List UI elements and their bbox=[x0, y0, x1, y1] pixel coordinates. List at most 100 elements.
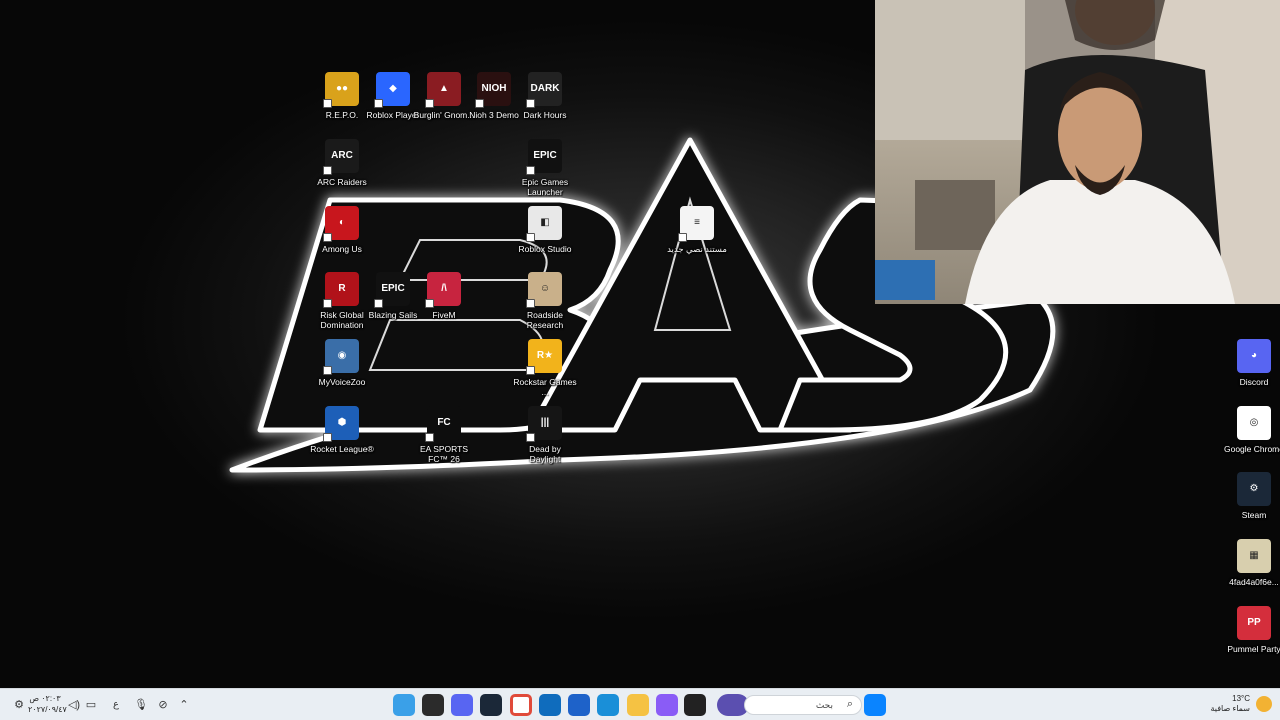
ea-fc-icon: FC bbox=[425, 406, 461, 442]
repo-icon: ●● bbox=[323, 72, 359, 108]
windows-start-icon[interactable] bbox=[864, 694, 886, 716]
shortcut-arrow-icon bbox=[526, 99, 535, 108]
weather-condition[interactable]: سماء صافية bbox=[1190, 704, 1250, 714]
desktop-icon[interactable]: ⚙ Steam bbox=[1222, 472, 1280, 538]
language-indicator[interactable]: ع bbox=[109, 697, 123, 711]
myvoicezoo-icon: ◉ bbox=[323, 339, 359, 375]
desktop-icon[interactable]: ◧ Roblox Studio bbox=[513, 206, 577, 272]
search-placeholder: بحث bbox=[815, 700, 833, 710]
steam-icon[interactable] bbox=[480, 694, 502, 716]
desktop-icon-label: Dark Hours bbox=[523, 110, 567, 120]
shortcut-arrow-icon bbox=[323, 299, 332, 308]
dark-hours-icon: DARK bbox=[526, 72, 562, 108]
network-offline-icon[interactable]: ⊘ bbox=[156, 697, 170, 711]
webcam-overlay bbox=[875, 0, 1280, 304]
shortcut-arrow-icon bbox=[526, 433, 535, 442]
discord-icon[interactable] bbox=[451, 694, 473, 716]
desktop-icon-label: EA SPORTS FC™ 26 bbox=[419, 444, 469, 464]
desktop[interactable]: ●● R.E.P.O. ◆ Roblox Player ▲ Burglin' Gnom..… bbox=[0, 0, 1280, 688]
roadside-research-icon: ☺ bbox=[526, 272, 562, 308]
epic-games-icon: EPIC bbox=[526, 139, 562, 175]
settings-tray-icon[interactable]: ⚙ bbox=[12, 697, 26, 711]
speaker-icon[interactable]: ◁) bbox=[67, 697, 81, 711]
weather-sun-icon[interactable] bbox=[1256, 696, 1272, 712]
mail-icon[interactable] bbox=[539, 694, 561, 716]
webcam-person-image bbox=[875, 0, 1280, 304]
desktop-icon-label: Epic Games Launcher bbox=[521, 177, 569, 197]
burglin-gnomes-icon: ▲ bbox=[425, 72, 461, 108]
steam-icon: ⚙ bbox=[1237, 472, 1271, 506]
folder-icon[interactable] bbox=[627, 694, 649, 716]
microphone-icon[interactable]: 🎙 bbox=[134, 697, 148, 711]
task-view-icon[interactable] bbox=[684, 694, 706, 716]
desktop-icon-label: Roblox Studio bbox=[518, 244, 572, 254]
chrome-icon: ◎ bbox=[1237, 406, 1271, 440]
rocket-league-icon: ⬢ bbox=[323, 406, 359, 442]
pummel-party-icon: PP bbox=[1237, 606, 1271, 640]
desktop-icon-label: مستند نصي جديد bbox=[667, 244, 727, 254]
edge-icon[interactable] bbox=[597, 694, 619, 716]
shortcut-arrow-icon bbox=[425, 299, 434, 308]
arc-raiders-icon: ARC bbox=[323, 139, 359, 175]
dead-by-daylight-icon: ||| bbox=[526, 406, 562, 442]
shortcut-arrow-icon bbox=[526, 366, 535, 375]
shortcut-arrow-icon bbox=[425, 99, 434, 108]
desktop-icon[interactable]: R★ Rockstar Games ... bbox=[513, 339, 577, 405]
notepad-icon[interactable] bbox=[393, 694, 415, 716]
desktop-icon[interactable]: ◎ Google Chrome bbox=[1222, 406, 1280, 472]
chevron-up-icon[interactable]: ⌃ bbox=[177, 697, 191, 711]
shortcut-arrow-icon bbox=[526, 166, 535, 175]
desktop-icon-label: Rocket League® bbox=[310, 444, 374, 454]
risk-icon: R bbox=[323, 272, 359, 308]
store-icon[interactable] bbox=[568, 694, 590, 716]
rockstar-icon: R★ bbox=[526, 339, 562, 375]
desktop-icon[interactable]: /\ FiveM bbox=[412, 272, 476, 338]
desktop-icon[interactable]: ≡ مستند نصي جديد bbox=[665, 206, 729, 272]
obs-icon[interactable] bbox=[422, 694, 444, 716]
desktop-icon[interactable]: ARC ARC Raiders bbox=[310, 139, 374, 205]
battery-icon[interactable]: ▭ bbox=[84, 697, 98, 711]
desktop-icon[interactable]: FC EA SPORTS FC™ 26 bbox=[412, 406, 476, 472]
discord-icon: ◕ bbox=[1237, 339, 1271, 373]
desktop-icon[interactable]: ||| Dead by Daylight bbox=[513, 406, 577, 472]
desktop-icon[interactable]: ▦ 4fad4a0f6e... bbox=[1222, 539, 1280, 605]
taskbar-search[interactable]: بحث ⌕ bbox=[744, 695, 862, 715]
shortcut-arrow-icon bbox=[323, 433, 332, 442]
desktop-icon-label: Discord bbox=[1239, 377, 1269, 387]
shortcut-arrow-icon bbox=[323, 166, 332, 175]
shortcut-arrow-icon bbox=[526, 233, 535, 242]
desktop-icon-label: ARC Raiders bbox=[317, 177, 367, 187]
desktop-icon[interactable]: DARK Dark Hours bbox=[513, 72, 577, 138]
clock-date[interactable]: ٢٠٢٧/٠٩/٤٧ bbox=[28, 704, 67, 715]
shortcut-arrow-icon bbox=[323, 99, 332, 108]
shortcut-arrow-icon bbox=[374, 99, 383, 108]
desktop-icon[interactable]: ◉ MyVoiceZoo bbox=[310, 339, 374, 405]
weather-temperature[interactable]: 13°C bbox=[1190, 694, 1250, 704]
chrome-icon[interactable] bbox=[510, 694, 532, 716]
desktop-icon-label: Rockstar Games ... bbox=[513, 377, 577, 397]
desktop-icon[interactable]: PP Pummel Party bbox=[1222, 606, 1280, 672]
among-us-icon: ◐ bbox=[323, 206, 359, 242]
desktop-icon-label: Steam bbox=[1241, 510, 1267, 520]
desktop-icon-label: FiveM bbox=[432, 310, 456, 320]
fivem-icon: /\ bbox=[425, 272, 461, 308]
roblox-studio-icon: ◧ bbox=[526, 206, 562, 242]
desktop-icon[interactable]: ☺ Roadside Research bbox=[513, 272, 577, 338]
image-file-icon: ▦ bbox=[1237, 539, 1271, 573]
desktop-icon-label: Google Chrome bbox=[1223, 444, 1280, 454]
shortcut-arrow-icon bbox=[475, 99, 484, 108]
shortcut-arrow-icon bbox=[425, 433, 434, 442]
desktop-icon[interactable]: ⬢ Rocket League® bbox=[310, 406, 374, 472]
shortcut-arrow-icon bbox=[323, 233, 332, 242]
text-document-icon: ≡ bbox=[678, 206, 714, 242]
desktop-icon-label: 4fad4a0f6e... bbox=[1229, 577, 1279, 587]
desktop-icon[interactable]: ◐ Among Us bbox=[310, 206, 374, 272]
shortcut-arrow-icon bbox=[323, 366, 332, 375]
desktop-icon[interactable]: EPIC Epic Games Launcher bbox=[513, 139, 577, 205]
desktop-icon[interactable]: ◕ Discord bbox=[1222, 339, 1280, 405]
desktop-icon-label: Pummel Party bbox=[1227, 644, 1280, 654]
clock-time[interactable]: ٠٢:٠٣ ص bbox=[28, 693, 62, 704]
search-icon: ⌕ bbox=[846, 698, 853, 710]
roblox-icon: ◆ bbox=[374, 72, 410, 108]
copilot-icon[interactable] bbox=[656, 694, 678, 716]
